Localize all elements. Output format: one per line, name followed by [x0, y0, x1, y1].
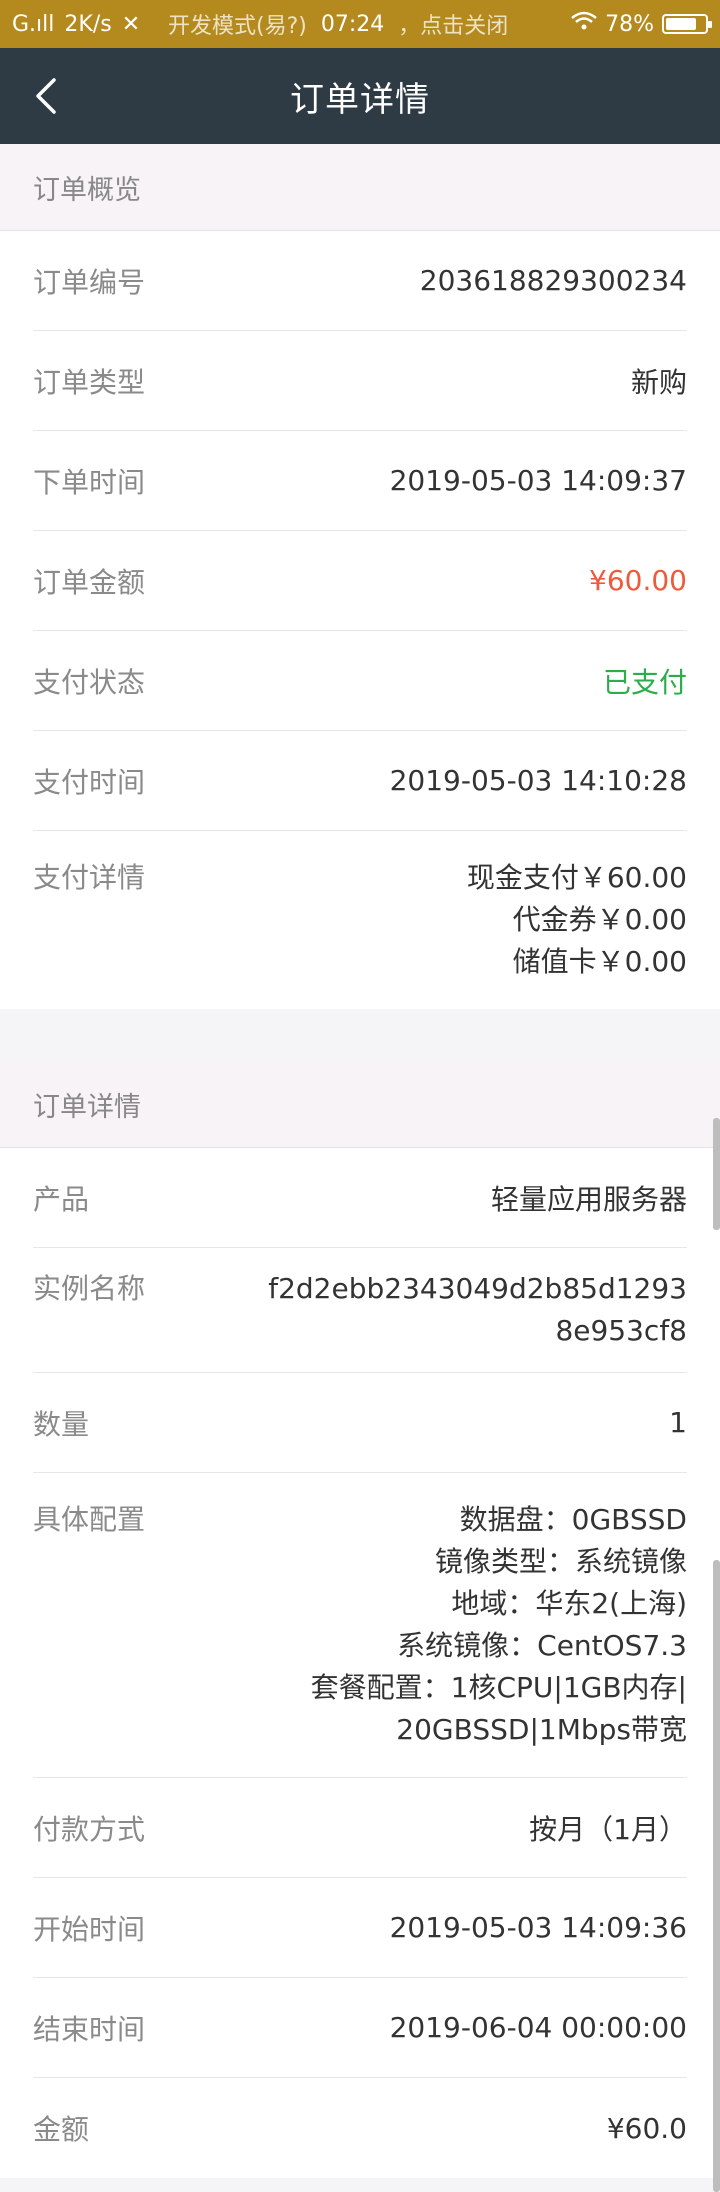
row-value: 2019-05-03 14:09:37: [389, 464, 687, 497]
detail-row: 实例名称 f2d2ebb2343049d2b85d1293 8e953cf8: [33, 1248, 687, 1373]
section-header-overview: 订单概览: [0, 144, 720, 231]
detail-row: 订单金额 ¥60.00: [33, 531, 687, 631]
row-label: 结束时间: [33, 2012, 146, 2046]
overview-card: 订单编号 203618829300234 订单类型 新购下单时间 2019-05-03 …: [0, 231, 720, 1009]
detail-row: 开始时间 2019-05-03 14:09:36: [33, 1878, 687, 1978]
status-bar: G.ıll 2K/s ✕ 开发模式(易?) 07:24 ，点击关闭 78%: [0, 0, 720, 48]
row-label: 付款方式: [33, 1812, 146, 1846]
row-label: 下单时间: [33, 465, 146, 499]
row-value: 203618829300234: [419, 264, 687, 297]
row-value: f2d2ebb2343049d2b85d1293 8e953cf8: [268, 1268, 687, 1352]
detail-row: 订单编号 203618829300234: [33, 231, 687, 331]
row-label: 产品: [33, 1182, 90, 1216]
tools-icon: ✕: [121, 11, 141, 37]
battery-level: [666, 18, 696, 30]
row-value-line: 镜像类型：系统镜像: [434, 1545, 687, 1578]
detail-row: 结束时间 2019-06-04 00:00:00: [33, 1978, 687, 2078]
row-value: 2019-06-04 00:00:00: [389, 2011, 687, 2044]
row-label: 实例名称: [33, 1272, 146, 1305]
row-value: 现金支付￥60.00 代金券￥0.00 储值卡￥0.00: [467, 857, 687, 983]
section-header-details: 订单详情: [0, 1061, 720, 1148]
row-value-line: 储值卡￥0.00: [512, 945, 687, 978]
battery-icon: [662, 14, 712, 34]
dev-mode-notice[interactable]: 开发模式(易?): [168, 8, 307, 40]
row-label: 金额: [33, 2113, 90, 2146]
detail-row: 下单时间 2019-05-03 14:09:37: [33, 431, 687, 531]
row-value: 新购: [630, 365, 687, 399]
row-label: 订单类型: [33, 365, 146, 399]
row-value-line: 现金支付￥60.00: [466, 861, 687, 894]
detail-row: 数量 1: [33, 1373, 687, 1473]
battery-percent: 78%: [605, 11, 654, 37]
row-value: 2019-05-03 14:10:28: [389, 764, 687, 797]
scrollbar-track[interactable]: [713, 1560, 720, 2192]
detail-row: 产品 轻量应用服务器: [33, 1148, 687, 1248]
detail-row: 金额 ¥60.0: [33, 2078, 687, 2178]
detail-row: 支付状态 已支付: [33, 631, 687, 731]
detail-row: 支付时间 2019-05-03 14:10:28: [33, 731, 687, 831]
detail-row: 具体配置 数据盘：0GBSSD 镜像类型：系统镜像地域：华东2(上海) 系统镜像：Ce…: [33, 1473, 687, 1778]
page-title: 订单详情: [290, 79, 430, 120]
row-value-line: 代金券￥0.00: [512, 903, 687, 936]
row-value-line: 系统镜像：CentOS7.3: [397, 1629, 687, 1662]
row-value-line: 套餐配置：1核CPU|1GB内存|: [310, 1671, 687, 1704]
row-label: 具体配置: [33, 1503, 146, 1536]
row-label: 订单编号: [33, 265, 146, 299]
row-value: 轻量应用服务器: [490, 1182, 687, 1216]
row-value-line: f2d2ebb2343049d2b85d1293: [268, 1272, 687, 1305]
row-value: 按月（1月）: [529, 1812, 687, 1846]
network-speed: 2K/s: [64, 11, 112, 37]
detail-row: 付款方式 按月（1月）: [33, 1778, 687, 1878]
row-label: 支付详情: [33, 861, 146, 894]
clock: 07:24: [320, 11, 385, 37]
detail-row: 订单类型 新购: [33, 331, 687, 431]
row-label: 支付时间: [33, 765, 146, 799]
section-gap: [0, 1009, 720, 1061]
row-value: 1: [669, 1406, 687, 1439]
wifi-icon: [571, 11, 597, 37]
row-value: ¥60.00: [589, 564, 687, 597]
back-button[interactable]: [34, 48, 94, 144]
scrollbar-thumb[interactable]: [713, 1118, 720, 1230]
detail-row: 支付详情 现金支付￥60.00 代金券￥0.00 储值卡￥0.00: [33, 831, 687, 1009]
row-value: ¥60.0: [606, 2111, 687, 2145]
row-value-line: 地域：华东2(上海): [451, 1587, 687, 1620]
details-card: 产品 轻量应用服务器实例名称 f2d2ebb2343049d2b85d1293 8e9…: [0, 1148, 720, 2178]
row-label: 数量: [33, 1407, 90, 1441]
row-value-line: 8e953cf8: [555, 1314, 687, 1347]
navigation-bar: 订单详情: [0, 48, 720, 144]
row-value-line: 数据盘：0GBSSD: [459, 1503, 687, 1536]
row-value: 数据盘：0GBSSD 镜像类型：系统镜像地域：华东2(上海) 系统镜像：CentOS…: [311, 1499, 687, 1751]
row-value: 已支付: [602, 665, 687, 699]
row-value: 2019-05-03 14:09:36: [389, 1911, 687, 1944]
row-value-line: 20GBSSD|1Mbps带宽: [396, 1713, 687, 1746]
row-label: 开始时间: [33, 1912, 146, 1946]
row-label: 支付状态: [33, 665, 146, 699]
row-label: 订单金额: [33, 565, 146, 599]
dev-mode-close[interactable]: ，点击关闭: [398, 8, 508, 40]
chevron-left-icon: [36, 78, 56, 114]
signal-icon: G.ıll: [12, 11, 55, 37]
